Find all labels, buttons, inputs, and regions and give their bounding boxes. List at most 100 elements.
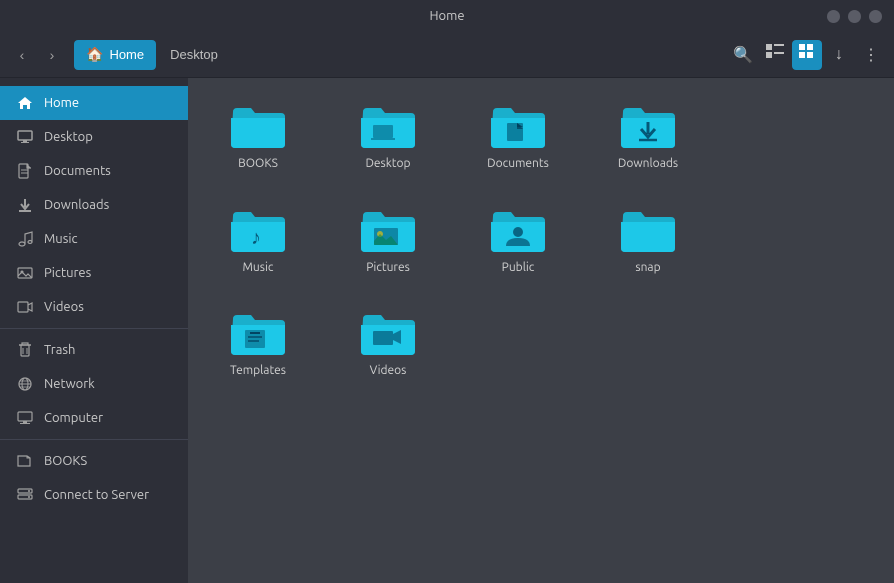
documents-icon [16,163,34,179]
sidebar-item-videos-label: Videos [44,300,84,314]
folder-templates[interactable]: Templates [208,301,308,385]
home-tab-icon: 🏠 [86,46,103,63]
folder-documents-icon [489,100,547,150]
back-icon: ‹ [20,47,25,63]
folder-public[interactable]: Public [468,198,568,282]
computer-icon [16,410,34,426]
tab-desktop-label: Desktop [170,47,218,62]
folder-desktop[interactable]: Desktop [338,94,438,178]
folder-templates-label: Templates [230,363,286,379]
sidebar-divider-1 [0,328,188,329]
folder-books[interactable]: BOOKS [208,94,308,178]
music-icon [16,231,34,247]
folder-templates-icon [229,307,287,357]
folder-snap[interactable]: snap [598,198,698,282]
file-grid: BOOKS Desktop [208,94,874,385]
network-icon [16,376,34,392]
folder-pictures-label: Pictures [366,260,410,276]
close-button[interactable] [827,10,840,23]
sidebar-item-documents[interactable]: Documents [0,154,188,188]
folder-snap-icon [619,204,677,254]
folder-pictures[interactable]: Pictures [338,198,438,282]
books-icon [16,454,34,468]
downloads-sidebar-icon [16,197,34,213]
forward-icon: › [50,47,55,63]
folder-downloads-label: Downloads [618,156,678,172]
folder-books-label: BOOKS [238,156,278,172]
minimize-button[interactable] [848,10,861,23]
sidebar-item-computer-label: Computer [44,411,103,425]
pictures-icon [16,265,34,281]
videos-icon [16,299,34,315]
back-button[interactable]: ‹ [8,41,36,69]
folder-documents-label: Documents [487,156,549,172]
window-title: Home [429,9,464,23]
search-button[interactable]: 🔍 [728,40,758,70]
folder-snap-label: snap [635,260,660,276]
folder-videos-icon [359,307,417,357]
server-icon [16,487,34,503]
nav-controls: ‹ › [8,41,66,69]
sidebar-item-pictures-label: Pictures [44,266,91,280]
sidebar-item-videos[interactable]: Videos [0,290,188,324]
folder-downloads-icon [619,100,677,150]
sort-button[interactable]: ↓ [824,40,854,70]
sidebar-item-computer[interactable]: Computer [0,401,188,435]
sidebar-item-network-label: Network [44,377,95,391]
menu-button[interactable]: ⋮ [856,40,886,70]
folder-music[interactable]: ♪ Music [208,198,308,282]
folder-music-label: Music [243,260,274,276]
sidebar-item-network[interactable]: Network [0,367,188,401]
folder-documents[interactable]: Documents [468,94,568,178]
sidebar-item-pictures[interactable]: Pictures [0,256,188,290]
folder-videos-label: Videos [370,363,407,379]
sidebar-item-books[interactable]: BOOKS [0,444,188,478]
sidebar-item-trash-label: Trash [44,343,75,357]
folder-videos[interactable]: Videos [338,301,438,385]
toolbar: ‹ › 🏠 Home Desktop 🔍 [0,32,894,78]
folder-desktop-icon [359,100,417,150]
folder-books-icon [229,100,287,150]
folder-pictures-icon [359,204,417,254]
trash-icon [16,342,34,358]
sidebar-item-desktop[interactable]: Desktop [0,120,188,154]
sort-icon: ↓ [835,46,843,64]
tab-desktop[interactable]: Desktop [158,40,230,70]
titlebar: Home [0,0,894,32]
sidebar-item-music-label: Music [44,232,78,246]
folder-downloads[interactable]: Downloads [598,94,698,178]
sidebar-item-books-label: BOOKS [44,454,87,468]
file-area: BOOKS Desktop [188,78,894,583]
folder-public-icon [489,204,547,254]
view-options-button[interactable] [760,40,790,70]
menu-icon: ⋮ [863,45,879,65]
sidebar-item-documents-label: Documents [44,164,111,178]
sidebar-item-desktop-label: Desktop [44,130,93,144]
sidebar-item-home[interactable]: Home [0,86,188,120]
folder-desktop-label: Desktop [365,156,410,172]
tab-home[interactable]: 🏠 Home [74,40,156,70]
sidebar: Home Desktop Documents Downloads Music [0,78,188,583]
sidebar-item-trash[interactable]: Trash [0,333,188,367]
window-controls[interactable] [827,10,882,23]
sidebar-item-downloads[interactable]: Downloads [0,188,188,222]
grid-icon [799,44,815,65]
svg-text:♪: ♪ [251,225,261,248]
sidebar-item-connect[interactable]: Connect to Server [0,478,188,512]
sidebar-item-home-label: Home [44,96,79,110]
tab-home-label: Home [109,47,144,62]
sidebar-item-downloads-label: Downloads [44,198,109,212]
breadcrumb-tabs: 🏠 Home Desktop [74,40,724,70]
sidebar-item-music[interactable]: Music [0,222,188,256]
sidebar-divider-2 [0,439,188,440]
toolbar-actions: 🔍 ↓ [728,40,886,70]
folder-public-label: Public [502,260,535,276]
search-icon: 🔍 [733,45,753,65]
maximize-button[interactable] [869,10,882,23]
view-options-icon [766,44,784,65]
forward-button[interactable]: › [38,41,66,69]
main-layout: Home Desktop Documents Downloads Music [0,78,894,583]
grid-view-button[interactable] [792,40,822,70]
sidebar-item-connect-label: Connect to Server [44,488,149,502]
home-icon [16,95,34,111]
